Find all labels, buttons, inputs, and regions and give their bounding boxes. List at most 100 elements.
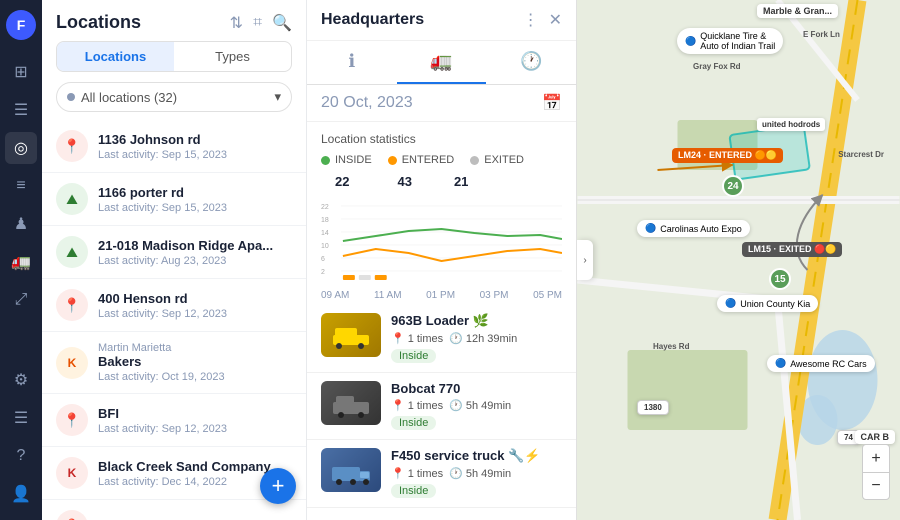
map-label-grayfox: Gray Fox Rd	[687, 60, 747, 73]
store-icon: 🔵	[725, 298, 736, 309]
detail-tab-trucks[interactable]: 🚛	[397, 41, 487, 84]
svg-text:14: 14	[321, 230, 329, 237]
list-item[interactable]: ⛰ 1166 porter rd Last activity: Sep 15, …	[42, 173, 306, 226]
add-location-button[interactable]: +	[260, 468, 296, 504]
all-locations-filter[interactable]: All locations (32) ▾	[56, 82, 292, 112]
tab-types[interactable]: Types	[174, 42, 291, 71]
vehicle-info: 963B Loader 🌿 📍 1 times 🕐 12h 39min Insi…	[391, 313, 562, 364]
filter-icon[interactable]: ⌗	[253, 14, 262, 32]
vehicle-times: 📍 1 times	[391, 399, 443, 412]
exited-value: 21	[454, 174, 468, 189]
nav-help[interactable]: ?	[5, 440, 37, 472]
nav-share[interactable]: ⤢	[5, 284, 37, 316]
nav-menu[interactable]: ≡	[5, 170, 37, 202]
zoom-out-button[interactable]: −	[862, 472, 890, 500]
vehicle-item[interactable]: 963B Loader 🌿 📍 1 times 🕐 12h 39min Insi…	[307, 305, 576, 373]
svg-text:18: 18	[321, 217, 329, 224]
inside-badge: Inside	[391, 484, 436, 498]
list-item[interactable]: 📍 1136 Johnson rd Last activity: Sep 15,…	[42, 120, 306, 173]
nav-location[interactable]: ◎	[5, 132, 37, 164]
nav-user[interactable]: 👤	[5, 478, 37, 510]
map-expand-button[interactable]: ›	[577, 240, 593, 280]
nav-assets[interactable]: ♟	[5, 208, 37, 240]
list-item[interactable]: 📍 BFI Last activity: Sep 12, 2023	[42, 394, 306, 447]
location-activity: Last activity: Sep 12, 2023	[98, 423, 292, 435]
vehicle-duration: 🕐 5h 49min	[449, 467, 511, 480]
location-name: 1166 porter rd	[98, 185, 292, 200]
list-item-info: 1136 Johnson rd Last activity: Sep 15, 2…	[98, 132, 292, 161]
list-item[interactable]: 📍 Buckhorn Materials	[42, 500, 306, 520]
badge-entered: LM24 · ENTERED 🟠🟡	[672, 148, 783, 163]
location-icon-red: 📍	[56, 289, 88, 321]
nav-list[interactable]: ☰	[5, 94, 37, 126]
nav-dashboard[interactable]: ⊞	[5, 56, 37, 88]
sidebar-header-icons: ⇅ ⌗ 🔍	[230, 13, 292, 33]
vehicle-times: 📍 1 times	[391, 332, 443, 345]
sidebar-header: Locations ⇅ ⌗ 🔍	[42, 0, 306, 41]
store-icon: 🔵	[645, 223, 656, 234]
clock-icon: 🕐	[449, 399, 463, 412]
vehicle-meta: 📍 1 times 🕐 12h 39min	[391, 332, 562, 345]
left-navigation: F ⊞ ☰ ◎ ≡ ♟ 🚛 ⤢ ⚙ ☰ ? 👤	[0, 0, 42, 520]
vehicle-meta: 📍 1 times 🕐 5h 49min	[391, 467, 562, 480]
vehicle-item[interactable]: Bobcat 770 📍 1 times 🕐 5h 49min Inside	[307, 373, 576, 440]
search-icon[interactable]: 🔍	[272, 13, 292, 33]
calendar-icon[interactable]: 📅	[542, 93, 562, 113]
poi-label: Union County Kia	[740, 299, 810, 309]
app-logo[interactable]: F	[6, 10, 36, 40]
list-item-info: Martin Marietta Bakers Last activity: Oc…	[98, 342, 292, 383]
location-icon-red: 📍	[56, 510, 88, 520]
vehicle-item[interactable]: F450 service truck 🔧⚡ 📍 1 times 🕐 5h 49m…	[307, 440, 576, 508]
poi-label: Quicklane Tire &Auto of Indian Trail	[700, 31, 775, 51]
filter-label: All locations (32)	[81, 90, 177, 105]
entered-badge-label: LM24 · ENTERED 🟠🟡	[678, 150, 777, 161]
map-label-carb: CAR B	[855, 430, 896, 444]
poi-label: Awesome RC Cars	[790, 359, 866, 369]
map-area[interactable]: › 🔵 Quicklane Tire &Auto of Indian Trail…	[577, 0, 900, 520]
store-icon: 🔵	[685, 36, 696, 47]
entered-value: 43	[397, 174, 411, 189]
svg-text:10: 10	[321, 243, 329, 250]
x-label-1: 09 AM	[321, 290, 349, 301]
detail-date-row: 20 Oct, 2023 📅	[307, 85, 576, 122]
vehicle-thumbnail	[321, 448, 381, 492]
location-name: 400 Henson rd	[98, 291, 292, 306]
list-item-info: 1166 porter rd Last activity: Sep 15, 20…	[98, 185, 292, 214]
location-name: Bakers	[98, 354, 292, 369]
location-icon-green: ⛰	[56, 183, 88, 215]
inside-label: INSIDE	[335, 154, 372, 166]
list-item-info: 21-018 Madison Ridge Apa... Last activit…	[98, 238, 292, 267]
list-item[interactable]: 📍 400 Henson rd Last activity: Sep 12, 2…	[42, 279, 306, 332]
map-poi-quicklane: 🔵 Quicklane Tire &Auto of Indian Trail	[677, 28, 783, 54]
map-label-hayes: Hayes Rd	[647, 340, 695, 353]
zoom-in-button[interactable]: +	[862, 444, 890, 472]
filter-sort-icon[interactable]: ⇅	[230, 13, 243, 33]
location-icon-red: K	[56, 457, 88, 489]
detail-tab-history[interactable]: 🕐	[486, 41, 576, 84]
date-label: 20 Oct, 2023	[321, 94, 413, 112]
map-label-starcrest: Starcrest Dr	[832, 148, 890, 161]
map-label-marble: Marble & Gran...	[757, 4, 838, 18]
inside-badge: Inside	[391, 416, 436, 430]
list-item[interactable]: ⛰ 21-018 Madison Ridge Apa... Last activ…	[42, 226, 306, 279]
list-item[interactable]: K Martin Marietta Bakers Last activity: …	[42, 332, 306, 394]
location-activity: Last activity: Oct 19, 2023	[98, 371, 292, 383]
locations-list: 📍 1136 Johnson rd Last activity: Sep 15,…	[42, 120, 306, 520]
vehicle-meta: 📍 1 times 🕐 5h 49min	[391, 399, 562, 412]
nav-settings[interactable]: ⚙	[5, 364, 37, 396]
exited-dot	[470, 156, 479, 165]
filter-dot	[67, 93, 75, 101]
location-name: 21-018 Madison Ridge Apa...	[98, 238, 292, 253]
vehicle-name: F450 service truck 🔧⚡	[391, 448, 562, 464]
chevron-down-icon: ▾	[274, 89, 281, 105]
more-options-icon[interactable]: ⋮	[523, 10, 539, 30]
detail-tab-info[interactable]: ℹ	[307, 41, 397, 84]
vehicle-times: 📍 1 times	[391, 467, 443, 480]
stats-title: Location statistics	[321, 132, 562, 146]
vehicle-duration: 🕐 5h 49min	[449, 399, 511, 412]
nav-reports[interactable]: ☰	[5, 402, 37, 434]
tab-locations[interactable]: Locations	[57, 42, 174, 71]
close-icon[interactable]: ✕	[549, 10, 562, 30]
nav-trucks[interactable]: 🚛	[5, 246, 37, 278]
store-icon: 🔵	[775, 358, 786, 369]
